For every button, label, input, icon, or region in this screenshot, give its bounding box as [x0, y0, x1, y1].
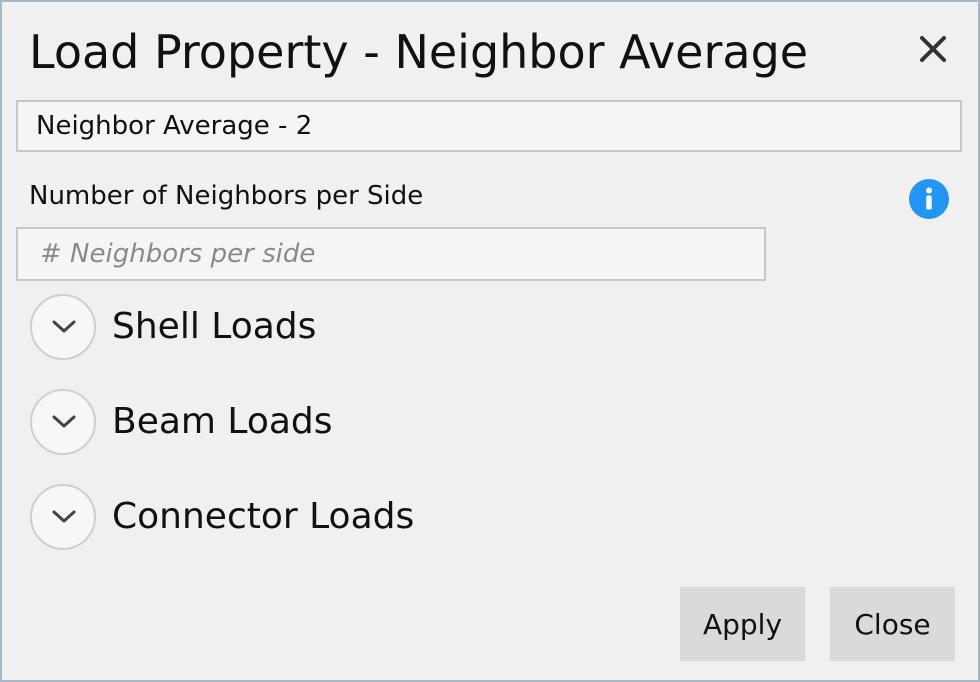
- section-shell-loads[interactable]: Shell Loads: [30, 294, 630, 364]
- apply-button[interactable]: Apply: [680, 587, 805, 661]
- chevron-down-icon[interactable]: [30, 389, 96, 455]
- chevron-down-icon[interactable]: [30, 294, 96, 360]
- property-name-field[interactable]: [16, 100, 962, 152]
- section-label: Connector Loads: [112, 496, 415, 537]
- info-icon[interactable]: [908, 178, 950, 220]
- section-beam-loads[interactable]: Beam Loads: [30, 389, 630, 459]
- neighbors-label: Number of Neighbors per Side: [29, 181, 424, 211]
- section-connector-loads[interactable]: Connector Loads: [30, 484, 630, 554]
- section-label: Shell Loads: [112, 306, 317, 347]
- close-icon[interactable]: [914, 30, 952, 68]
- load-property-dialog: Load Property - Neighbor Average Number …: [0, 0, 980, 682]
- section-label: Beam Loads: [112, 401, 333, 442]
- neighbors-per-side-input[interactable]: [16, 227, 766, 281]
- close-button[interactable]: Close: [830, 587, 955, 661]
- chevron-down-icon[interactable]: [30, 484, 96, 550]
- dialog-title: Load Property - Neighbor Average: [29, 25, 809, 79]
